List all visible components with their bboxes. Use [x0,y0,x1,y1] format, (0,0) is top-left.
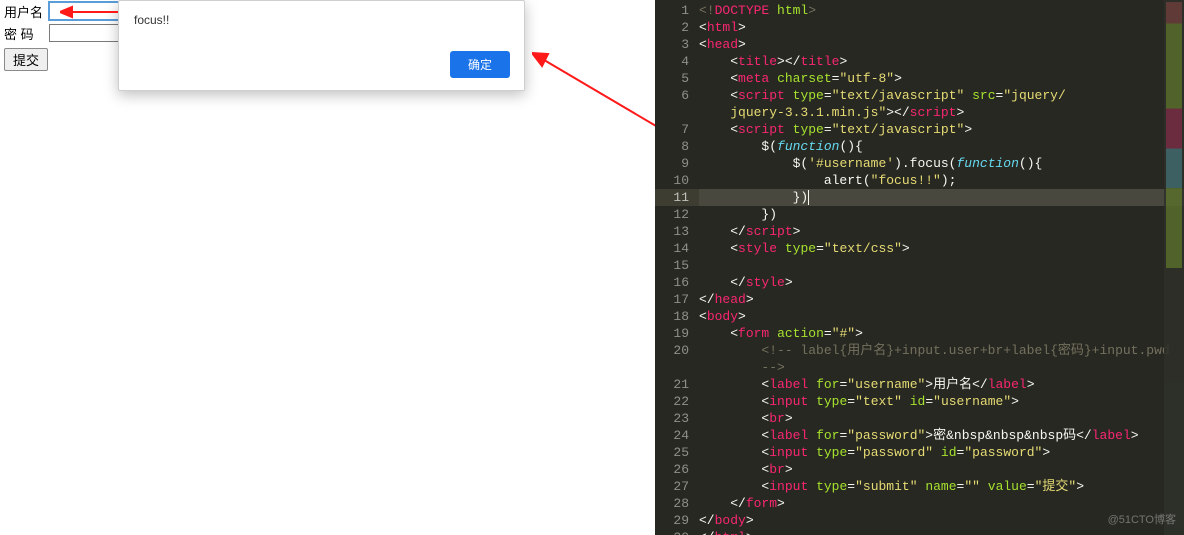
code-line[interactable]: <label for="username">用户名</label> [699,376,1184,393]
code-line[interactable]: <label for="password">密&nbsp&nbsp&nbsp码<… [699,427,1184,444]
line-number: 8 [655,138,699,155]
line-number: 23 [655,410,699,427]
editor-code-area[interactable]: <!DOCTYPE html><html><head> <title></tit… [699,2,1184,535]
line-number: 17 [655,291,699,308]
username-label: 用户名 [0,2,49,21]
line-number: 14 [655,240,699,257]
alert-message: focus!! [134,13,169,27]
line-number: 1 [655,2,699,19]
submit-button[interactable]: 提交 [4,48,48,71]
line-number: 25 [655,444,699,461]
code-line[interactable]: <style type="text/css"> [699,240,1184,257]
line-number: 3 [655,36,699,53]
line-number: 12 [655,206,699,223]
line-number: 10 [655,172,699,189]
code-line[interactable]: <meta charset="utf-8"> [699,70,1184,87]
code-line[interactable]: </head> [699,291,1184,308]
code-line[interactable]: <input type="text" id="username"> [699,393,1184,410]
code-line[interactable]: </html> [699,529,1184,535]
username-input[interactable] [49,2,125,20]
code-line[interactable]: </script> [699,223,1184,240]
line-number: 27 [655,478,699,495]
screenshot-stage: 用户名 密 码 提交 focus!! 确定 123456 78910111213… [0,0,1184,535]
line-number: 15 [655,257,699,274]
line-number [655,359,699,376]
line-number: 20 [655,342,699,359]
alert-ok-button[interactable]: 确定 [450,51,510,78]
code-line[interactable]: $('#username').focus(function(){ [699,155,1184,172]
code-line[interactable]: </style> [699,274,1184,291]
line-number: 28 [655,495,699,512]
code-line[interactable]: <input type="password" id="password"> [699,444,1184,461]
code-line[interactable]: <input type="submit" name="" value="提交"> [699,478,1184,495]
line-number: 13 [655,223,699,240]
editor-minimap[interactable] [1164,0,1184,535]
line-number: 21 [655,376,699,393]
line-number: 16 [655,274,699,291]
code-line[interactable]: <!-- label{用户名}+input.user+br+label{密码}+… [699,342,1184,359]
line-number: 7 [655,121,699,138]
code-line[interactable]: <html> [699,19,1184,36]
line-number: 4 [655,53,699,70]
code-line[interactable]: }) [699,206,1184,223]
code-editor[interactable]: 123456 7891011121314151617181920 2122232… [655,0,1184,535]
alert-dialog: focus!! 确定 [118,0,525,91]
line-number: 18 [655,308,699,325]
line-number: 26 [655,461,699,478]
line-number: 6 [655,87,699,104]
line-number: 30 [655,529,699,535]
watermark: @51CTO博客 [1108,512,1176,529]
line-number: 11 [655,189,699,206]
password-label: 密 码 [0,24,49,43]
line-number: 2 [655,19,699,36]
line-number: 24 [655,427,699,444]
code-line[interactable]: <form action="#"> [699,325,1184,342]
line-number: 22 [655,393,699,410]
code-line[interactable]: --> [699,359,1184,376]
code-line[interactable]: </form> [699,495,1184,512]
code-line[interactable]: <title></title> [699,53,1184,70]
code-line[interactable]: alert("focus!!"); [699,172,1184,189]
code-line[interactable]: jquery-3.3.1.min.js"></script> [699,104,1184,121]
editor-gutter: 123456 7891011121314151617181920 2122232… [655,0,699,535]
code-line[interactable]: <br> [699,410,1184,427]
code-line[interactable]: }) [699,189,1184,206]
line-number: 9 [655,155,699,172]
code-line[interactable]: <body> [699,308,1184,325]
code-line[interactable]: $(function(){ [699,138,1184,155]
code-line[interactable]: <!DOCTYPE html> [699,2,1184,19]
password-input[interactable] [49,24,125,42]
line-number: 5 [655,70,699,87]
line-number: 29 [655,512,699,529]
line-number [655,104,699,121]
code-line[interactable]: <br> [699,461,1184,478]
code-line[interactable]: <script type="text/javascript"> [699,121,1184,138]
code-line[interactable]: <head> [699,36,1184,53]
line-number: 19 [655,325,699,342]
browser-render-area: 用户名 密 码 提交 focus!! 确定 [0,0,655,535]
code-line[interactable] [699,257,1184,274]
code-line[interactable]: <script type="text/javascript" src="jque… [699,87,1184,104]
